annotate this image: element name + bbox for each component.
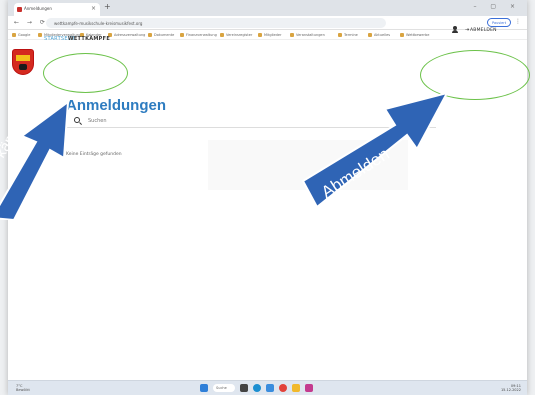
- photo-frame: Anmeldungen × + – ▢ × ← → ⟳ ⌂ wettkampfe…: [0, 0, 535, 395]
- user-icon: [452, 26, 458, 33]
- taskbar-apps: Suche: [200, 384, 318, 394]
- weather-widget[interactable]: 7°C Bewölkt: [16, 384, 30, 392]
- bookmark-item[interactable]: Google: [12, 33, 30, 37]
- start-icon[interactable]: [200, 384, 208, 392]
- nav-link-wettkaempfe[interactable]: WETTKÄMPFE: [68, 36, 110, 42]
- bookmark-item[interactable]: Adressverwaltung: [108, 33, 145, 37]
- highlight-circle-nav: [43, 53, 128, 93]
- new-tab-button[interactable]: +: [104, 2, 111, 11]
- tab-bar: Anmeldungen × + – ▢ ×: [8, 0, 527, 16]
- taskbar-search-label: Suche: [216, 386, 227, 390]
- search-icon: [74, 117, 80, 123]
- empty-state-text: Keine Einträge gefunden: [66, 152, 122, 157]
- close-tab-icon[interactable]: ×: [91, 5, 96, 12]
- store-icon[interactable]: [266, 384, 274, 392]
- bookmark-item[interactable]: Wettbewerbe: [400, 33, 429, 37]
- address-bar-row: ← → ⟳ ⌂ wettkampfe-musikschule-kreismusi…: [8, 16, 527, 35]
- bookmark-item[interactable]: Dokumente: [148, 33, 174, 37]
- bookmark-item[interactable]: Aktuelles: [368, 33, 390, 37]
- app-icon[interactable]: [305, 384, 313, 392]
- chrome-icon[interactable]: [279, 384, 287, 392]
- tab-title: Anmeldungen: [24, 6, 52, 11]
- taskbar-search[interactable]: Suche: [213, 384, 235, 392]
- annotation-arrow-left: [0, 100, 70, 220]
- bookmark-item[interactable]: Termine: [338, 33, 358, 37]
- system-tray[interactable]: 09:11 15.12.2022: [501, 384, 521, 392]
- browser-menu-icon[interactable]: ⋮: [515, 18, 521, 25]
- bookmark-item[interactable]: Finanzverwaltung: [180, 33, 217, 37]
- browser-tab[interactable]: Anmeldungen ×: [14, 3, 100, 16]
- weather-description: Bewölkt: [16, 388, 30, 392]
- clock-date: 15.12.2022: [500, 388, 521, 392]
- logout-button[interactable]: ABMELDEN: [470, 28, 497, 33]
- page-title: Anmeldungen: [66, 97, 166, 114]
- url-text: wettkampfe-musikschule-kreismusikfest.or…: [54, 21, 143, 26]
- bookmark-item[interactable]: Vereinsregister: [220, 33, 252, 37]
- favicon-icon: [17, 7, 22, 12]
- task-view-icon[interactable]: [240, 384, 248, 392]
- profile-label: Pausiert: [492, 21, 507, 25]
- bookmark-item[interactable]: Veranstaltungen: [290, 33, 325, 37]
- windows-taskbar: 7°C Bewölkt Suche 09:11 15.12.2022: [8, 380, 527, 395]
- folder-icon[interactable]: [292, 384, 300, 392]
- extension-icons: [400, 20, 460, 35]
- bookmark-item[interactable]: Mitglieder: [258, 33, 282, 37]
- profile-button[interactable]: Pausiert: [487, 18, 511, 27]
- coat-of-arms-logo[interactable]: [12, 49, 34, 75]
- edge-icon[interactable]: [253, 384, 261, 392]
- logout-icon[interactable]: ⇥: [465, 27, 469, 33]
- window-controls[interactable]: – ▢ ×: [473, 3, 521, 10]
- url-field[interactable]: wettkampfe-musikschule-kreismusikfest.or…: [46, 18, 386, 28]
